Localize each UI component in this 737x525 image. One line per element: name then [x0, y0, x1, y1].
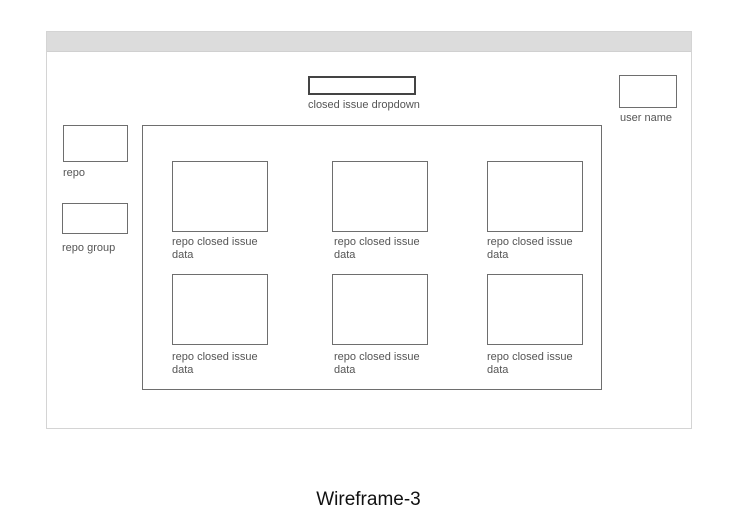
closed-issue-data-panel: repo closed issue data repo closed issue…	[142, 125, 602, 390]
card-label: repo closed issue data	[334, 236, 420, 261]
card-label: repo closed issue data	[487, 351, 573, 376]
card-chart-placeholder	[172, 274, 268, 345]
repo-selector[interactable]	[63, 125, 128, 162]
wireframe-caption: Wireframe-3	[316, 489, 421, 510]
card-label: repo closed issue data	[487, 236, 573, 261]
repo-group-label: repo group	[62, 242, 116, 254]
window-title-bar	[47, 32, 691, 52]
closed-issue-dropdown-label: closed issue dropdown	[308, 99, 420, 111]
card-label: repo closed issue data	[172, 351, 258, 376]
card-label: repo closed issue data	[172, 236, 258, 261]
card-chart-placeholder	[332, 274, 428, 345]
card-chart-placeholder	[487, 274, 583, 345]
repo-label: repo	[63, 167, 86, 179]
card-chart-placeholder	[332, 161, 428, 232]
wireframe-window: closed issue dropdown user name repo rep…	[46, 31, 692, 429]
card-label: repo closed issue data	[334, 351, 420, 376]
closed-issue-dropdown[interactable]	[308, 76, 416, 95]
user-name-label: user name	[620, 112, 672, 124]
repo-group-selector[interactable]	[62, 203, 128, 234]
card-chart-placeholder	[172, 161, 268, 232]
card-chart-placeholder	[487, 161, 583, 232]
user-name-box[interactable]	[619, 75, 677, 108]
